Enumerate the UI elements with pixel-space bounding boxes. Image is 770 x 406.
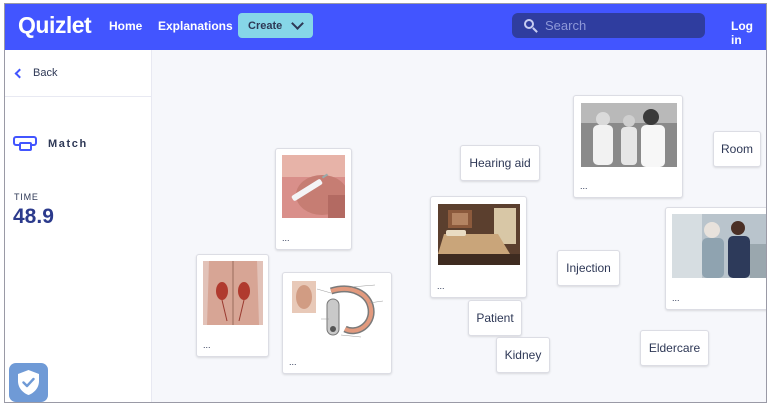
match-card-image-patient[interactable]: ... — [573, 95, 683, 198]
room-photo — [438, 204, 520, 265]
match-card-term-room[interactable]: Room — [713, 131, 761, 167]
card-more-text: ... — [672, 293, 680, 303]
card-more-text: ... — [282, 233, 290, 243]
injection-photo — [282, 155, 345, 218]
match-card-image-injection[interactable]: ... — [275, 148, 352, 250]
privacy-shield-button[interactable] — [9, 363, 48, 402]
shield-check-icon — [18, 370, 39, 395]
card-more-text: ... — [437, 281, 445, 291]
mode-title: Match — [13, 136, 88, 152]
match-card-term-patient[interactable]: Patient — [468, 300, 522, 336]
create-button[interactable]: Create — [238, 13, 313, 38]
search-icon — [523, 18, 538, 33]
match-card-term-injection[interactable]: Injection — [557, 250, 620, 286]
app-frame: Quizlet Home Explanations Create Log in … — [4, 3, 767, 403]
match-card-term-kidney[interactable]: Kidney — [496, 337, 550, 373]
card-more-text: ... — [580, 181, 588, 191]
chevron-left-icon — [14, 68, 25, 78]
match-card-image-kidney[interactable]: ... — [196, 254, 269, 357]
nav-explanations-link[interactable]: Explanations — [158, 19, 233, 33]
sidebar-divider — [5, 96, 152, 97]
match-card-image-hearing-aid[interactable]: ... — [282, 272, 392, 374]
timer-label: TIME — [14, 192, 39, 202]
match-card-image-room[interactable]: ... — [430, 196, 527, 298]
card-more-text: ... — [289, 357, 297, 367]
eldercare-photo — [672, 214, 766, 278]
back-button[interactable]: Back — [14, 67, 58, 79]
chevron-down-icon — [291, 17, 304, 30]
kidney-photo — [203, 261, 263, 325]
login-link[interactable]: Log in — [731, 19, 766, 47]
card-more-text: ... — [203, 340, 211, 350]
quizlet-logo[interactable]: Quizlet — [18, 12, 92, 39]
mode-label: Match — [48, 138, 88, 150]
match-sidebar: Back Match TIME 48.9 — [5, 50, 152, 402]
match-card-term-eldercare[interactable]: Eldercare — [640, 330, 709, 366]
top-navigation-bar: Quizlet Home Explanations Create Log in — [5, 4, 766, 50]
match-card-term-hearing-aid[interactable]: Hearing aid — [460, 145, 540, 181]
create-button-label: Create — [248, 19, 283, 32]
search-box[interactable] — [512, 13, 705, 38]
search-input[interactable] — [545, 18, 695, 33]
timer-value: 48.9 — [13, 205, 54, 228]
hearing-aid-diagram — [291, 279, 387, 344]
back-label: Back — [33, 67, 58, 79]
nav-home-link[interactable]: Home — [109, 19, 142, 33]
patient-photo — [581, 103, 677, 167]
match-card-image-eldercare[interactable]: ... — [665, 207, 766, 310]
match-mode-icon — [13, 136, 39, 152]
